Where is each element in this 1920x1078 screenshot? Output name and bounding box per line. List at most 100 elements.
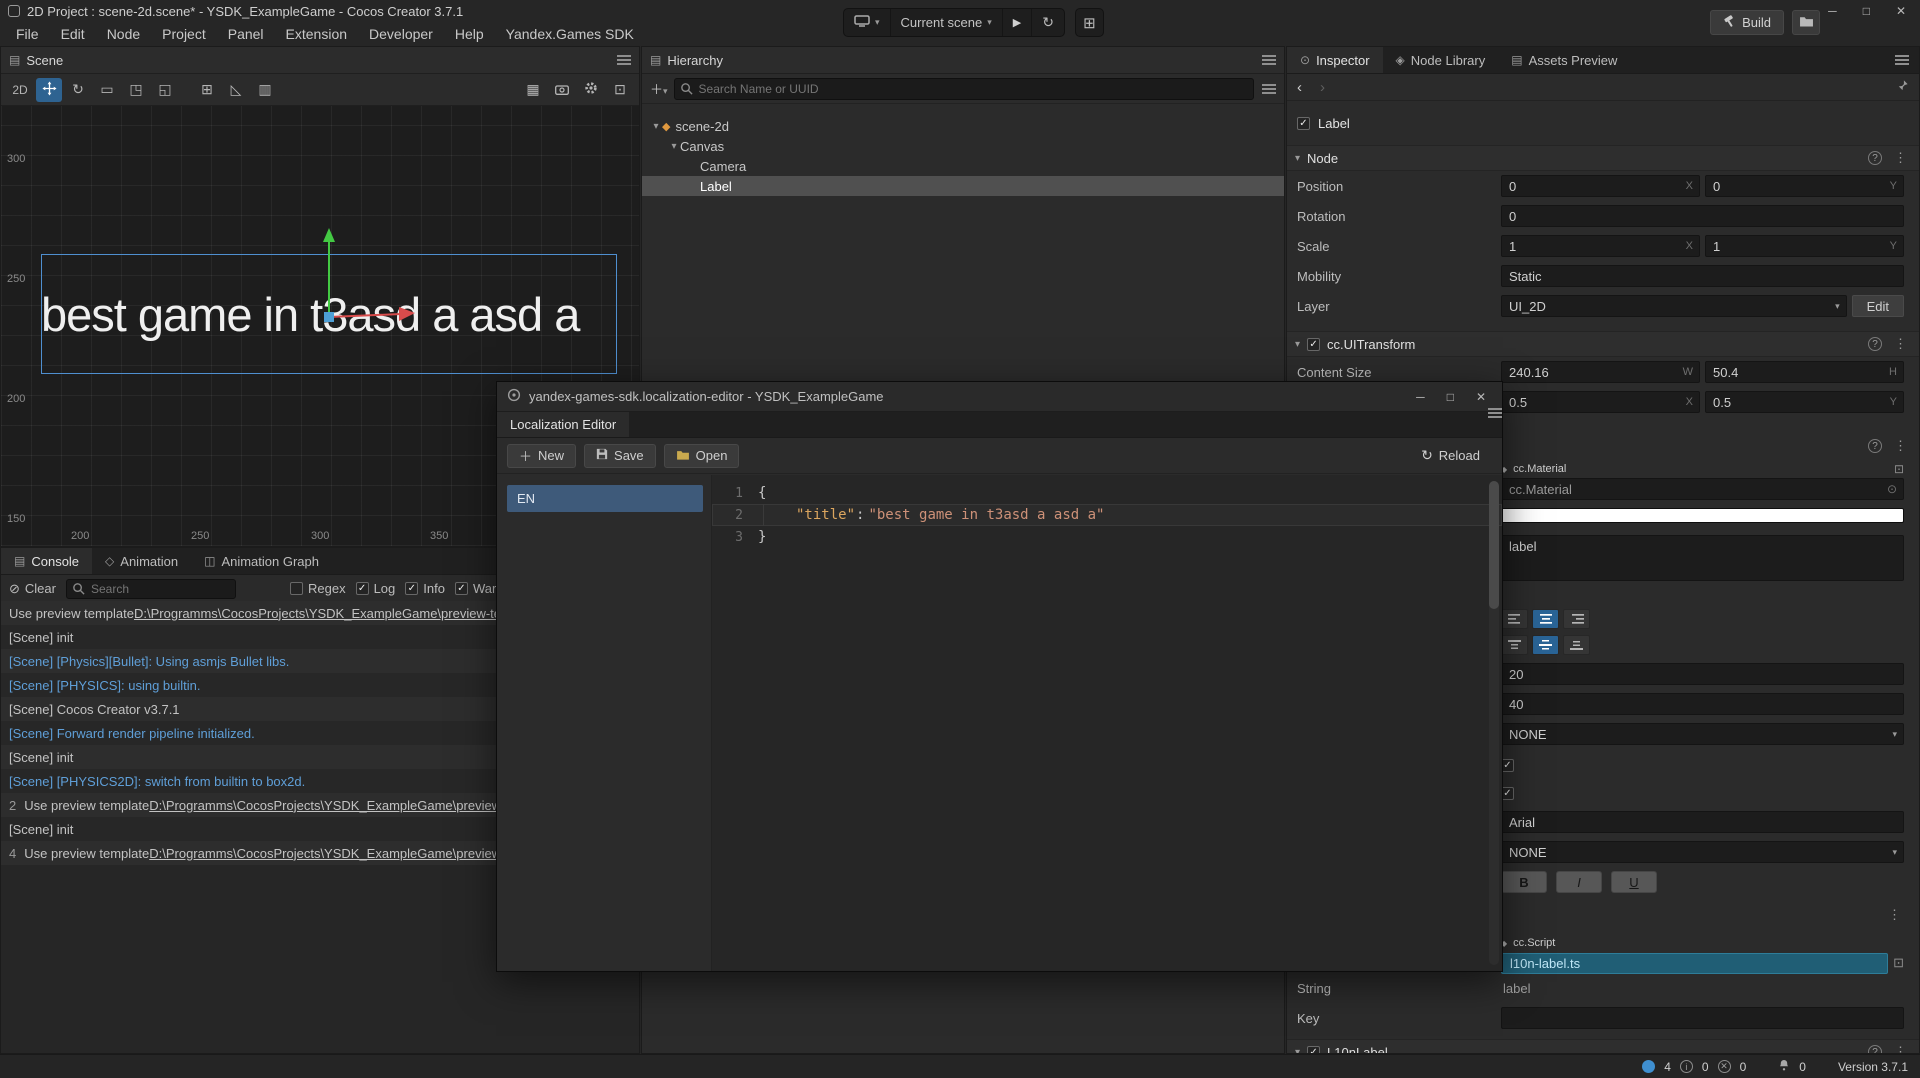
new-button[interactable]: ＋ New bbox=[507, 444, 576, 468]
content-width-input[interactable]: 240.16W bbox=[1501, 361, 1700, 383]
tab-node-library[interactable]: ◈ Node Library bbox=[1383, 47, 1499, 73]
menu-file[interactable]: File bbox=[6, 24, 49, 44]
regex-filter[interactable]: Regex bbox=[290, 581, 346, 596]
regex-checkbox[interactable] bbox=[290, 582, 303, 595]
maximize-button[interactable]: □ bbox=[1447, 390, 1454, 404]
align-left-button[interactable] bbox=[1501, 609, 1528, 629]
tree-node-camera[interactable]: Camera bbox=[642, 156, 1284, 176]
nav-back-button[interactable]: ‹ bbox=[1297, 79, 1302, 96]
tab-animation-graph[interactable]: ◫ Animation Graph bbox=[191, 548, 332, 574]
more-options-icon[interactable]: ⋮ bbox=[1894, 1044, 1907, 1053]
rotate-tool-button[interactable]: ↻ bbox=[65, 78, 91, 102]
align-center-button[interactable] bbox=[1532, 609, 1559, 629]
maximize-button[interactable]: □ bbox=[1863, 4, 1870, 18]
menu-project[interactable]: Project bbox=[152, 24, 216, 44]
log-checkbox[interactable]: ✓ bbox=[356, 582, 369, 595]
help-icon[interactable]: ? bbox=[1868, 151, 1882, 165]
message-count-icon[interactable] bbox=[1642, 1060, 1655, 1073]
grid-visibility-button[interactable]: ▦ bbox=[520, 78, 546, 102]
pin-icon[interactable] bbox=[1896, 79, 1909, 95]
key-input[interactable] bbox=[1501, 1007, 1904, 1029]
close-button[interactable]: ✕ bbox=[1476, 390, 1486, 404]
menu-developer[interactable]: Developer bbox=[359, 24, 443, 44]
menu-node[interactable]: Node bbox=[97, 24, 150, 44]
log-link[interactable]: D:\Programms\CocosProjects\YSDK_ExampleG… bbox=[134, 606, 533, 621]
node-section-header[interactable]: ▾ Node ? ⋮ bbox=[1287, 145, 1919, 171]
align-right-button[interactable] bbox=[1563, 609, 1590, 629]
tab-console[interactable]: ▤ Console bbox=[1, 548, 92, 574]
rotation-input[interactable]: 0 bbox=[1501, 205, 1904, 227]
bold-button[interactable]: B bbox=[1501, 871, 1547, 893]
move-tool-button[interactable] bbox=[36, 78, 62, 102]
scale-x-input[interactable]: 1X bbox=[1501, 235, 1700, 257]
collapse-arrow-icon[interactable]: ▾ bbox=[668, 141, 680, 152]
clear-console-button[interactable]: ⊘ Clear bbox=[9, 581, 56, 597]
layer-select[interactable]: UI_2D▾ bbox=[1501, 295, 1847, 317]
valign-bottom-button[interactable] bbox=[1563, 635, 1590, 655]
scene-menu-icon[interactable] bbox=[617, 59, 631, 61]
tab-inspector[interactable]: ⊙ Inspector bbox=[1287, 47, 1383, 73]
material-asset-field[interactable]: cc.Material ⊙ bbox=[1501, 478, 1904, 500]
help-icon[interactable]: ? bbox=[1868, 439, 1882, 453]
color-picker-bar[interactable] bbox=[1501, 508, 1904, 523]
valign-center-button[interactable] bbox=[1532, 635, 1559, 655]
collapse-arrow-icon[interactable]: ▾ bbox=[650, 121, 662, 132]
warning-checkbox[interactable]: ✓ bbox=[455, 582, 468, 595]
hierarchy-search-input[interactable] bbox=[674, 78, 1254, 100]
anchor-y-input[interactable]: 0.5Y bbox=[1705, 391, 1904, 413]
l10nlabel-section-header[interactable]: ▾ ✓ L10nLabel ? ⋮ bbox=[1287, 1039, 1919, 1053]
transform-tool-button[interactable]: ◱ bbox=[152, 78, 178, 102]
uitransform-enable-checkbox[interactable]: ✓ bbox=[1307, 338, 1320, 351]
tree-node-scene-2d[interactable]: ▾ ◆ scene-2d bbox=[642, 116, 1284, 136]
play-button[interactable]: ▶ bbox=[1003, 9, 1032, 36]
position-x-input[interactable]: 0X bbox=[1501, 175, 1700, 197]
more-options-icon[interactable]: ⋮ bbox=[1894, 438, 1907, 454]
language-item-en[interactable]: EN bbox=[507, 485, 703, 512]
uitransform-section-header[interactable]: ▾ ✓ cc.UITransform ? ⋮ bbox=[1287, 331, 1919, 357]
mobility-select[interactable]: Static bbox=[1501, 265, 1904, 287]
grid-snap-button[interactable]: ▥ bbox=[252, 78, 278, 102]
fullscreen-button[interactable]: ⊡ bbox=[607, 78, 633, 102]
content-height-input[interactable]: 50.4H bbox=[1705, 361, 1904, 383]
transform-gizmo[interactable] bbox=[249, 224, 429, 336]
build-button[interactable]: Build bbox=[1710, 10, 1784, 35]
log-filter[interactable]: ✓ Log bbox=[356, 581, 396, 596]
log-link[interactable]: D:\Programms\CocosProjects\YSDK_ExampleG… bbox=[149, 798, 527, 813]
scale-y-input[interactable]: 1Y bbox=[1705, 235, 1904, 257]
refresh-button[interactable]: ↻ bbox=[1032, 9, 1064, 36]
anchor-x-input[interactable]: 0.5X bbox=[1501, 391, 1700, 413]
menu-edit[interactable]: Edit bbox=[51, 24, 95, 44]
rect-tool-button[interactable]: ▭ bbox=[94, 78, 120, 102]
scene-select-dropdown[interactable]: Current scene ▾ bbox=[891, 9, 1003, 36]
valign-top-button[interactable] bbox=[1501, 635, 1528, 655]
info-filter[interactable]: ✓ Info bbox=[405, 581, 445, 596]
hierarchy-menu-icon[interactable] bbox=[1262, 59, 1276, 61]
layout-grid-button[interactable]: ⊞ bbox=[1075, 8, 1104, 37]
menu-yandex-games-sdk[interactable]: Yandex.Games SDK bbox=[496, 24, 644, 44]
tab-animation[interactable]: ◇ Animation bbox=[92, 548, 191, 574]
rotation-snap-button[interactable]: ◺ bbox=[223, 78, 249, 102]
position-y-input[interactable]: 0Y bbox=[1705, 175, 1904, 197]
l10nlabel-enable-checkbox[interactable]: ✓ bbox=[1307, 1046, 1320, 1054]
more-options-icon[interactable]: ⋮ bbox=[1888, 907, 1901, 923]
menu-extension[interactable]: Extension bbox=[276, 24, 357, 44]
font-size-input[interactable]: 20 bbox=[1501, 663, 1904, 685]
tree-node-label[interactable]: Label bbox=[642, 176, 1284, 196]
run-device-select[interactable]: ▾ bbox=[844, 9, 891, 36]
scene-settings-button[interactable] bbox=[578, 78, 604, 102]
cache-mode-select[interactable]: NONE▾ bbox=[1501, 841, 1904, 863]
tree-node-canvas[interactable]: ▾ Canvas bbox=[642, 136, 1284, 156]
minimize-button[interactable]: ─ bbox=[1416, 390, 1425, 404]
loc-menu-icon[interactable] bbox=[1488, 412, 1502, 414]
help-icon[interactable]: ? bbox=[1868, 1045, 1882, 1053]
info-count-icon[interactable]: i bbox=[1680, 1060, 1693, 1073]
menu-help[interactable]: Help bbox=[445, 24, 494, 44]
scale-tool-button[interactable]: ◳ bbox=[123, 78, 149, 102]
log-link[interactable]: D:\Programms\CocosProjects\YSDK_ExampleG… bbox=[149, 846, 527, 861]
code-editor[interactable]: 1{ 2"title":"best game in t3asd a asd a"… bbox=[712, 475, 1502, 971]
label-string-textarea[interactable]: label bbox=[1501, 535, 1904, 581]
more-options-icon[interactable]: ⋮ bbox=[1894, 336, 1907, 352]
overflow-select[interactable]: NONE▾ bbox=[1501, 723, 1904, 745]
underline-button[interactable]: U bbox=[1611, 871, 1657, 893]
menu-panel[interactable]: Panel bbox=[218, 24, 274, 44]
